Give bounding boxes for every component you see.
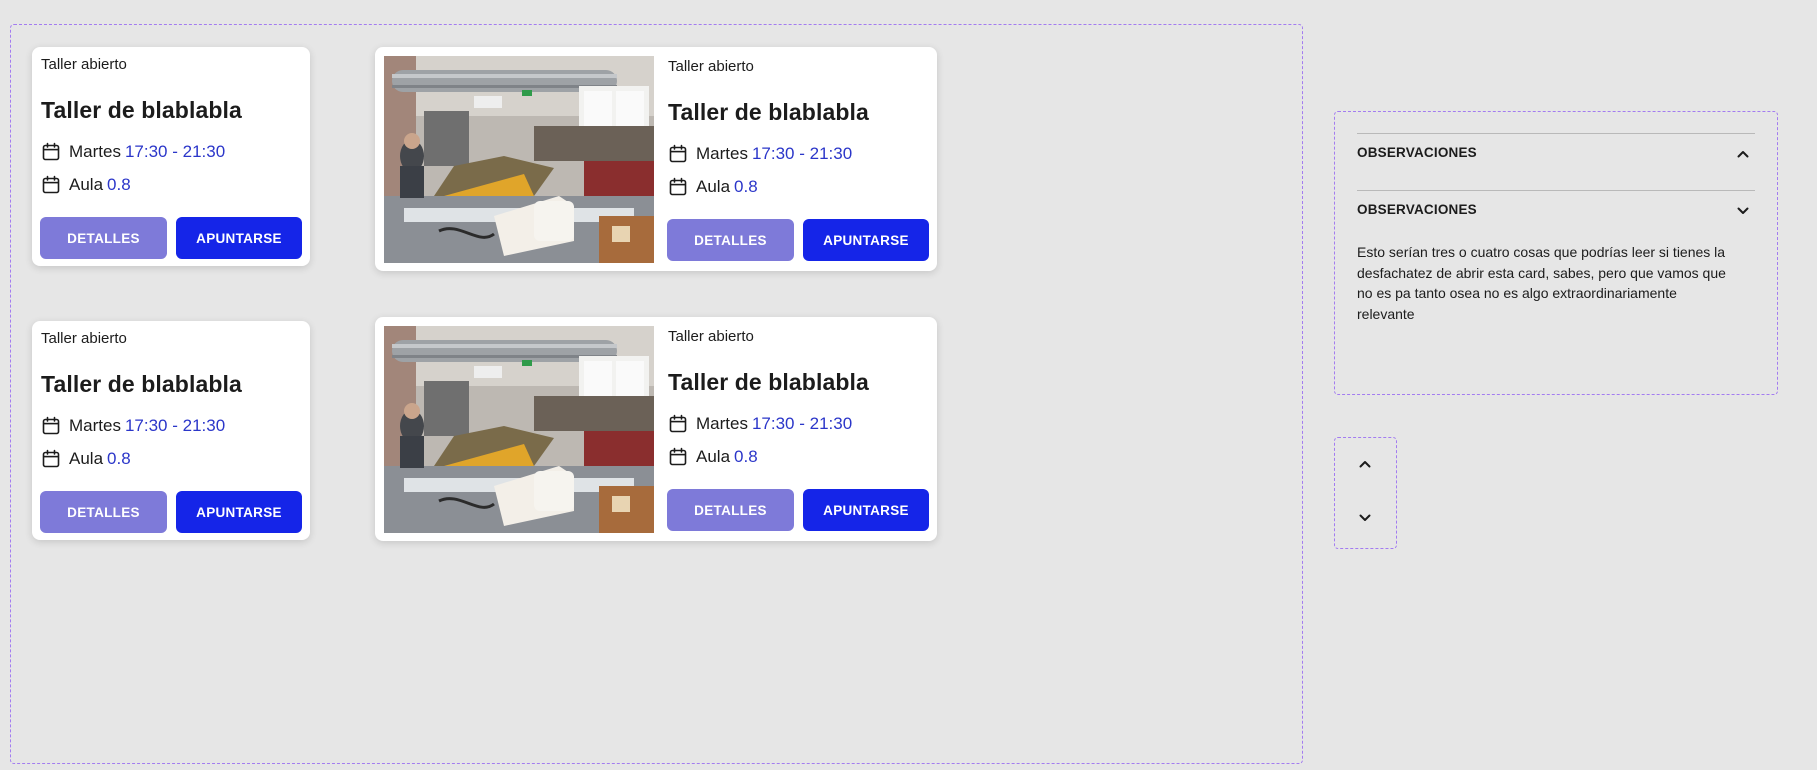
chevron-down-icon bbox=[1735, 203, 1751, 219]
card-eyebrow: Taller abierto bbox=[41, 56, 127, 73]
calendar-icon bbox=[41, 449, 61, 469]
schedule-row: Martes 17:30 - 21:30 bbox=[668, 142, 852, 166]
calendar-icon bbox=[668, 447, 688, 467]
room-row: Aula 0.8 bbox=[41, 447, 131, 471]
schedule-row: Martes 17:30 - 21:30 bbox=[41, 414, 225, 438]
schedule-day: Martes bbox=[69, 142, 121, 161]
card-eyebrow: Taller abierto bbox=[41, 330, 127, 347]
workshop-photo bbox=[384, 326, 654, 533]
calendar-icon bbox=[668, 144, 688, 164]
card-title: Taller de blablabla bbox=[41, 97, 242, 123]
accordion-header[interactable]: OBSERVACIONES bbox=[1357, 142, 1755, 166]
room-label: Aula bbox=[69, 175, 104, 194]
signup-button[interactable]: APUNTARSE bbox=[176, 217, 302, 259]
calendar-icon bbox=[41, 142, 61, 162]
card-title: Taller de blablabla bbox=[668, 369, 869, 395]
room-value: 0.8 bbox=[734, 447, 758, 466]
schedule-day: Martes bbox=[696, 144, 748, 163]
workshop-card: Taller abierto Taller de blablabla Marte… bbox=[32, 47, 310, 266]
details-button[interactable]: DETALLES bbox=[667, 219, 794, 261]
calendar-icon bbox=[41, 416, 61, 436]
room-row: Aula 0.8 bbox=[668, 445, 758, 469]
schedule-day: Martes bbox=[69, 416, 121, 435]
details-button[interactable]: DETALLES bbox=[40, 217, 167, 259]
room-label: Aula bbox=[69, 449, 104, 468]
calendar-icon bbox=[668, 177, 688, 197]
scroller-frame bbox=[1334, 437, 1397, 549]
room-row: Aula 0.8 bbox=[41, 173, 131, 197]
signup-button[interactable]: APUNTARSE bbox=[176, 491, 302, 533]
accordion-frame: OBSERVACIONES OBSERVACIONES Esto serían … bbox=[1334, 111, 1778, 395]
room-value: 0.8 bbox=[734, 177, 758, 196]
details-button[interactable]: DETALLES bbox=[667, 489, 794, 531]
scroll-down-button[interactable] bbox=[1353, 506, 1377, 530]
card-eyebrow: Taller abierto bbox=[668, 58, 754, 75]
room-label: Aula bbox=[696, 177, 731, 196]
accordion-divider bbox=[1357, 190, 1755, 191]
accordion-body: Esto serían tres o cuatro cosas que podr… bbox=[1357, 244, 1726, 322]
accordion-divider bbox=[1357, 133, 1755, 134]
scroll-up-button[interactable] bbox=[1353, 452, 1377, 476]
room-value: 0.8 bbox=[107, 449, 131, 468]
workshop-card: Taller abierto Taller de blablabla Marte… bbox=[375, 317, 937, 541]
room-label: Aula bbox=[696, 447, 731, 466]
chevron-down-icon bbox=[1357, 510, 1373, 526]
details-button[interactable]: DETALLES bbox=[40, 491, 167, 533]
accordion-title: OBSERVACIONES bbox=[1357, 202, 1477, 217]
card-title: Taller de blablabla bbox=[41, 371, 242, 397]
accordion-header[interactable]: OBSERVACIONES bbox=[1357, 199, 1755, 223]
workshop-photo bbox=[384, 56, 654, 263]
calendar-icon bbox=[668, 414, 688, 434]
signup-button[interactable]: APUNTARSE bbox=[803, 489, 929, 531]
schedule-time: 17:30 - 21:30 bbox=[751, 414, 853, 433]
room-row: Aula 0.8 bbox=[668, 175, 758, 199]
schedule-row: Martes 17:30 - 21:30 bbox=[668, 412, 852, 436]
signup-button[interactable]: APUNTARSE bbox=[803, 219, 929, 261]
card-eyebrow: Taller abierto bbox=[668, 328, 754, 345]
schedule-day: Martes bbox=[696, 414, 748, 433]
schedule-time: 17:30 - 21:30 bbox=[751, 144, 853, 163]
accordion-title: OBSERVACIONES bbox=[1357, 145, 1477, 160]
chevron-up-icon bbox=[1735, 146, 1751, 162]
schedule-time: 17:30 - 21:30 bbox=[124, 142, 226, 161]
room-value: 0.8 bbox=[107, 175, 131, 194]
chevron-up-icon bbox=[1357, 456, 1373, 472]
workshop-card: Taller abierto Taller de blablabla Marte… bbox=[375, 47, 937, 271]
card-title: Taller de blablabla bbox=[668, 99, 869, 125]
schedule-row: Martes 17:30 - 21:30 bbox=[41, 140, 225, 164]
schedule-time: 17:30 - 21:30 bbox=[124, 416, 226, 435]
calendar-icon bbox=[41, 175, 61, 195]
workshop-card: Taller abierto Taller de blablabla Marte… bbox=[32, 321, 310, 540]
